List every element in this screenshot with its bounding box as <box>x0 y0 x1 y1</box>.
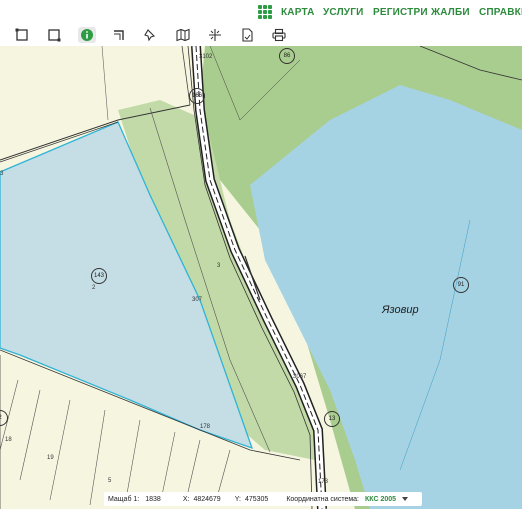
map-toolbar <box>0 24 522 47</box>
parcel-label: 91 <box>453 277 469 293</box>
map-small-label: 307 <box>192 297 203 303</box>
map-small-label: 3 <box>0 171 4 177</box>
y-label: Y: <box>234 495 241 503</box>
select-rectangle-icon[interactable] <box>13 27 31 43</box>
parcel-label: 86 <box>279 48 295 64</box>
print-icon[interactable] <box>270 27 288 43</box>
map-small-label: 5 <box>108 478 112 484</box>
map-small-label: 2 <box>92 285 96 291</box>
nav-item-complaints[interactable]: ЖАЛБИ <box>431 7 470 18</box>
chevron-down-icon[interactable] <box>402 497 409 501</box>
parcel-label: 166 <box>189 88 205 104</box>
document-icon[interactable] <box>238 27 256 43</box>
cadastral-map <box>0 46 522 509</box>
map-small-label: 3067 <box>293 374 307 380</box>
status-bar: Мащаб 1: 1838 X: 4824679 Y: 475305 Коорд… <box>104 492 422 506</box>
pin-icon[interactable] <box>142 27 160 43</box>
map-small-label: 3102 <box>199 54 213 60</box>
map-small-label: 18 <box>5 437 12 443</box>
map-canvas[interactable]: 86 166 143 91 13 2 3102 3 2 307 3 3067 1… <box>0 46 522 509</box>
scale-value: 1838 <box>145 495 161 503</box>
nav-item-references[interactable]: СПРАВКИ <box>479 7 522 18</box>
crs-select[interactable]: ККС 2005 <box>365 496 396 503</box>
corner-tool-icon[interactable] <box>110 27 128 43</box>
info-icon[interactable] <box>78 27 96 43</box>
top-navigation: КАРТА УСЛУГИ РЕГИСТРИ ЖАЛБИ СПРАВКИ <box>0 0 522 24</box>
crs-label: Координатна система: <box>286 495 359 503</box>
apps-grid-icon[interactable] <box>258 5 272 19</box>
map-small-label: 19 <box>47 455 54 461</box>
x-coordinate: 4824679 <box>193 495 221 503</box>
parcel-label: 143 <box>91 268 107 284</box>
map-small-label: 178 <box>200 424 211 430</box>
parcel-label: 13 <box>324 411 340 427</box>
select-rectangle-alt-icon[interactable] <box>45 27 63 43</box>
map-small-label: 3 <box>217 263 221 269</box>
reservoir-label: Язовир <box>382 304 419 316</box>
nav-item-map[interactable]: КАРТА <box>281 7 315 18</box>
scale-label: Мащаб 1: <box>108 495 140 503</box>
map-small-label: 173 <box>318 479 329 485</box>
nav-item-services[interactable]: УСЛУГИ <box>323 7 364 18</box>
nav-item-registers[interactable]: РЕГИСТРИ <box>373 7 428 18</box>
map-book-icon[interactable] <box>174 27 192 43</box>
x-label: X: <box>182 495 190 503</box>
y-coordinate: 475305 <box>244 495 269 503</box>
measure-icon[interactable] <box>206 27 224 43</box>
